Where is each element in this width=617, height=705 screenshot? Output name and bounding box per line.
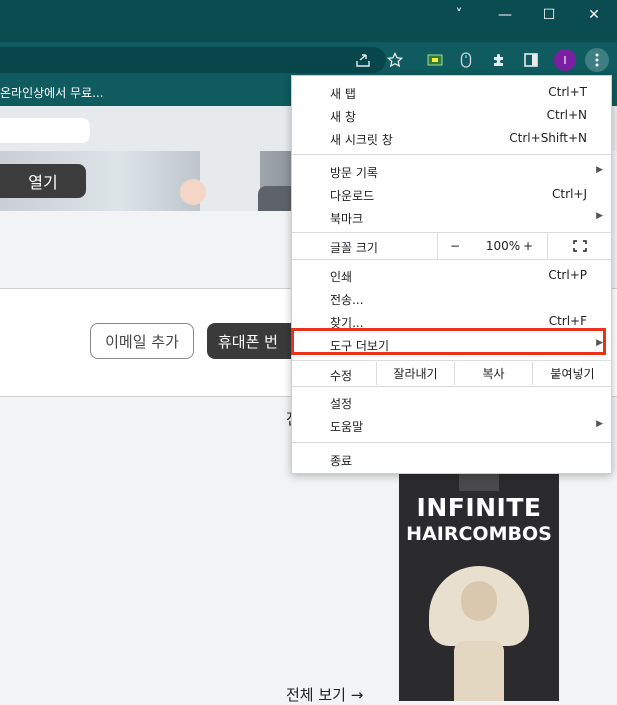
paste-label: 붙여넣기 [550, 367, 595, 381]
menu-item-settings[interactable]: 설정 [292, 391, 611, 414]
zoom-in-button[interactable]: + [510, 233, 546, 259]
menu-item-label: 전송... [330, 293, 364, 307]
minimize-button[interactable]: — [482, 0, 528, 30]
zoom-out-button[interactable]: − [437, 233, 472, 259]
share-icon[interactable] [353, 50, 373, 70]
menu-item-shortcut: Ctrl+J [552, 187, 587, 201]
submenu-arrow-icon: ▶ [596, 211, 603, 221]
menu-item-exit[interactable]: 종료 [292, 448, 611, 471]
side-panel-icon[interactable] [521, 50, 541, 70]
cut-button[interactable]: 잘라내기 [376, 362, 454, 385]
menu-item-shortcut: Ctrl+P [548, 268, 587, 282]
menu-item-new-incognito[interactable]: 새 시크릿 창 Ctrl+Shift+N [292, 127, 611, 150]
edit-row: 수정 잘라내기 복사 붙여넣기 [292, 362, 611, 385]
menu-divider [292, 386, 611, 387]
menu-item-print[interactable]: 인쇄 Ctrl+P [292, 264, 611, 287]
highlight-box [291, 328, 606, 355]
menu-item-shortcut: Ctrl+F [548, 314, 587, 328]
minimize-icon: — [498, 7, 512, 23]
tab-search-button[interactable]: ˅ [436, 0, 482, 30]
ad-subtitle: HAIRCOMBOS [406, 523, 552, 545]
browser-toolbar: I [0, 42, 617, 78]
menu-item-shortcut: Ctrl+T [548, 85, 587, 99]
menu-item-shortcut: Ctrl+N [546, 108, 587, 122]
menu-item-new-tab[interactable]: 새 탭 Ctrl+T [292, 81, 611, 104]
menu-item-label: 새 탭 [330, 87, 356, 101]
star-icon[interactable] [385, 50, 405, 70]
bookmark-item[interactable]: 온라인상에서 무료... [0, 84, 104, 101]
zoom-label: 글꼴 크기 [330, 241, 378, 255]
submenu-arrow-icon: ▶ [596, 419, 603, 429]
chevron-down-icon: ˅ [455, 7, 463, 23]
maximize-button[interactable]: ☐ [526, 0, 572, 30]
menu-item-label: 새 시크릿 창 [330, 133, 393, 147]
extension-mouse-icon[interactable] [456, 50, 476, 70]
menu-item-label: 인쇄 [330, 270, 353, 284]
avatar[interactable]: I [554, 49, 576, 71]
ad-title: INFINITE [416, 493, 542, 522]
see-all-link[interactable]: 전체 보기 → [286, 684, 363, 705]
menu-item-label: 설정 [330, 397, 353, 411]
title-bar: ˅ — ☐ ✕ [0, 0, 617, 42]
minus-icon: − [449, 239, 461, 253]
menu-dots-icon[interactable] [585, 48, 609, 72]
zoom-row: 글꼴 크기 − 100% + [292, 233, 611, 259]
plus-icon: + [522, 239, 534, 253]
puzzle-icon[interactable] [489, 50, 509, 70]
close-window-button[interactable]: ✕ [571, 0, 617, 30]
menu-divider [292, 360, 611, 361]
menu-divider [292, 259, 611, 260]
menu-divider [292, 442, 611, 443]
close-icon: ✕ [588, 7, 600, 23]
menu-item-label: 방문 기록 [330, 166, 378, 180]
menu-item-new-window[interactable]: 새 창 Ctrl+N [292, 104, 611, 127]
menu-item-label: 종료 [330, 454, 353, 468]
copy-button[interactable]: 복사 [454, 362, 532, 385]
menu-item-downloads[interactable]: 다운로드 Ctrl+J [292, 183, 611, 206]
menu-item-bookmarks[interactable]: 북마크 ▶ [292, 206, 611, 229]
menu-item-shortcut: Ctrl+Shift+N [509, 131, 587, 145]
ad-image[interactable]: INFINITE HAIRCOMBOS [399, 471, 559, 701]
copy-label: 복사 [482, 367, 505, 381]
menu-item-label: 북마크 [330, 212, 364, 226]
edit-label: 수정 [330, 369, 353, 383]
maximize-icon: ☐ [542, 7, 556, 23]
menu-item-cast[interactable]: 전송... [292, 287, 611, 310]
submenu-arrow-icon: ▶ [596, 165, 603, 175]
menu-item-help[interactable]: 도움말 ▶ [292, 414, 611, 437]
menu-divider [292, 154, 611, 155]
fullscreen-button[interactable] [547, 233, 612, 259]
menu-item-label: 도움말 [330, 420, 364, 434]
cut-label: 잘라내기 [393, 367, 438, 381]
search-input[interactable] [0, 118, 90, 143]
menu-item-history[interactable]: 방문 기록 ▶ [292, 160, 611, 183]
address-bar[interactable] [0, 47, 386, 73]
add-email-button[interactable]: 이메일 추가 [90, 323, 194, 359]
browser-menu: 새 탭 Ctrl+T 새 창 Ctrl+N 새 시크릿 창 Ctrl+Shift… [291, 75, 612, 474]
menu-item-label: 다운로드 [330, 189, 375, 203]
menu-item-label: 새 창 [330, 110, 356, 124]
paste-button[interactable]: 붙여넣기 [532, 362, 612, 385]
open-button[interactable]: 열기 [0, 164, 86, 198]
extension-green-icon[interactable] [425, 50, 445, 70]
fullscreen-icon [573, 240, 587, 252]
